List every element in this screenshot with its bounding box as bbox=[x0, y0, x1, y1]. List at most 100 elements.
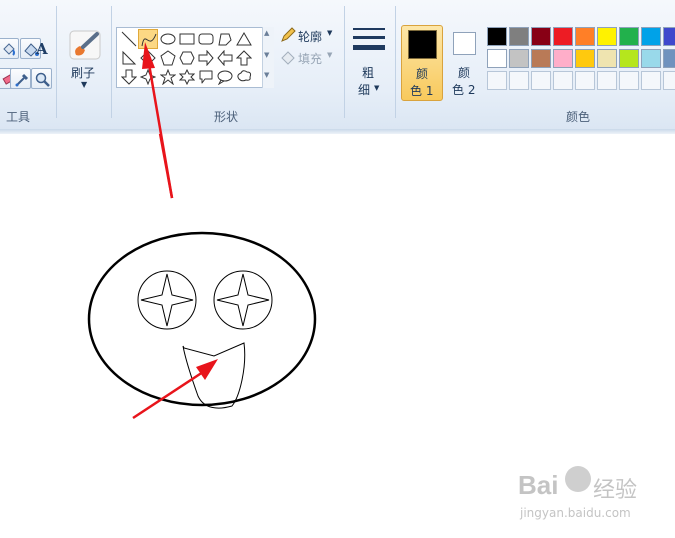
annotation-arrow-up bbox=[158, 134, 174, 199]
palette-swatch[interactable] bbox=[641, 49, 661, 68]
left-arrow-shape-icon[interactable] bbox=[215, 48, 235, 68]
colors-group-label: 颜色 bbox=[566, 110, 591, 124]
watermark-url: jingyan.baidu.com bbox=[520, 506, 631, 520]
gallery-expand-icon[interactable]: ▼ bbox=[264, 71, 269, 79]
hexagon-shape-icon[interactable] bbox=[177, 48, 197, 68]
outline-pencil-icon bbox=[281, 27, 296, 42]
fill-dropdown-icon: ▼ bbox=[327, 51, 333, 59]
color1-swatch bbox=[408, 30, 437, 59]
palette-swatch[interactable] bbox=[531, 49, 551, 68]
triangle-shape-icon[interactable] bbox=[234, 29, 254, 49]
baidu-watermark: Bai 经验 jingyan.baidu.com bbox=[500, 462, 670, 532]
paw-logo-icon bbox=[565, 466, 591, 492]
face-oval bbox=[87, 231, 317, 407]
fill-dropdown[interactable]: 填充 ▼ bbox=[280, 49, 340, 67]
palette-custom-slot[interactable] bbox=[663, 71, 675, 90]
palette-swatch[interactable] bbox=[487, 27, 507, 46]
pentagon-shape-icon[interactable] bbox=[158, 48, 178, 68]
svg-text:A: A bbox=[35, 40, 48, 57]
color1-label-line2: 色 1 bbox=[410, 84, 434, 98]
drawing-canvas[interactable]: Bai 经验 jingyan.baidu.com bbox=[0, 134, 675, 538]
palette-swatch[interactable] bbox=[597, 27, 617, 46]
palette-custom-slot[interactable] bbox=[509, 71, 529, 90]
six-point-star-shape-icon[interactable] bbox=[177, 67, 197, 87]
palette-swatch[interactable] bbox=[509, 49, 529, 68]
palette-swatch[interactable] bbox=[553, 49, 573, 68]
palette-custom-slot[interactable] bbox=[487, 71, 507, 90]
cloud-callout-shape-icon[interactable] bbox=[234, 67, 254, 87]
diamond-shape-icon[interactable] bbox=[138, 48, 158, 68]
shapes-gallery[interactable]: ▲ ▼ ▼ bbox=[116, 27, 274, 88]
group-separator bbox=[344, 6, 345, 118]
outline-label: 轮廓 bbox=[298, 30, 323, 44]
size-label-line2: 细 bbox=[358, 83, 371, 97]
palette-swatch[interactable] bbox=[531, 27, 551, 46]
color1-button[interactable]: 颜 色 1 bbox=[401, 25, 443, 101]
brush-icon bbox=[69, 30, 101, 60]
color-palette bbox=[486, 26, 675, 92]
color2-swatch bbox=[453, 32, 476, 55]
palette-swatch[interactable] bbox=[553, 27, 573, 46]
tools-group-label: 工具 bbox=[6, 110, 31, 124]
text-tool-button[interactable]: A bbox=[31, 38, 52, 59]
palette-swatch[interactable] bbox=[575, 27, 595, 46]
group-separator bbox=[111, 6, 112, 118]
palette-swatch[interactable] bbox=[619, 49, 639, 68]
oval-callout-shape-icon[interactable] bbox=[215, 67, 235, 87]
rounded-callout-shape-icon[interactable] bbox=[196, 67, 216, 87]
brushes-dropdown-icon: ▼ bbox=[81, 80, 88, 89]
shapes-gallery-scrollbar[interactable]: ▲ ▼ ▼ bbox=[262, 27, 274, 88]
size-dropdown-icon: ▼ bbox=[374, 84, 380, 92]
color2-button[interactable]: 颜 色 2 bbox=[446, 25, 484, 101]
palette-swatch[interactable] bbox=[663, 27, 675, 46]
palette-custom-slot[interactable] bbox=[553, 71, 573, 90]
size-line-thin bbox=[353, 28, 385, 30]
right-arrow-shape-icon[interactable] bbox=[196, 48, 216, 68]
watermark-brand2: 经验 bbox=[593, 478, 638, 503]
annotation-arrow-mouth bbox=[132, 359, 218, 420]
fill-bucket-disabled-icon bbox=[281, 51, 295, 65]
palette-swatch[interactable] bbox=[641, 27, 661, 46]
right-triangle-shape-icon[interactable] bbox=[119, 48, 139, 68]
palette-custom-slot[interactable] bbox=[575, 71, 595, 90]
oval-shape-icon[interactable] bbox=[158, 29, 178, 49]
five-point-star-shape-icon[interactable] bbox=[158, 67, 178, 87]
rectangle-shape-icon[interactable] bbox=[177, 29, 197, 49]
mouth-curve bbox=[182, 342, 246, 409]
palette-swatch[interactable] bbox=[575, 49, 595, 68]
scroll-down-icon[interactable]: ▼ bbox=[264, 51, 269, 59]
palette-swatch[interactable] bbox=[597, 49, 617, 68]
polygon-shape-icon[interactable] bbox=[215, 29, 235, 49]
scroll-up-icon[interactable]: ▲ bbox=[264, 29, 269, 37]
brushes-button[interactable]: 刷子 ▼ bbox=[62, 24, 108, 98]
size-label-line1: 粗 bbox=[362, 66, 375, 80]
color-picker-button[interactable] bbox=[10, 68, 31, 89]
palette-swatch[interactable] bbox=[663, 49, 675, 68]
shapes-group-label: 形状 bbox=[214, 110, 239, 124]
up-arrow-shape-icon[interactable] bbox=[234, 48, 254, 68]
palette-swatch[interactable] bbox=[487, 49, 507, 68]
watermark-brand: Bai bbox=[518, 470, 559, 500]
right-eye bbox=[213, 270, 273, 330]
magnifier-button[interactable] bbox=[31, 68, 52, 89]
color2-label-line2: 色 2 bbox=[452, 83, 476, 97]
palette-custom-slot[interactable] bbox=[641, 71, 661, 90]
palette-custom-slot[interactable] bbox=[531, 71, 551, 90]
left-eye bbox=[137, 270, 197, 330]
outline-dropdown[interactable]: 轮廓 ▼ bbox=[280, 27, 340, 45]
palette-custom-slot[interactable] bbox=[619, 71, 639, 90]
rounded-rectangle-shape-icon[interactable] bbox=[196, 29, 216, 49]
fill-label: 填充 bbox=[298, 52, 323, 66]
text-a-icon: A bbox=[35, 40, 48, 57]
down-arrow-shape-icon[interactable] bbox=[119, 67, 139, 87]
magnifier-icon bbox=[35, 72, 50, 87]
line-shape-icon[interactable] bbox=[119, 29, 139, 49]
size-button[interactable]: 粗 细 ▼ bbox=[350, 24, 390, 100]
four-point-star-shape-icon[interactable] bbox=[138, 67, 158, 87]
curve-shape-icon[interactable] bbox=[138, 29, 158, 49]
palette-swatch[interactable] bbox=[509, 27, 529, 46]
palette-custom-slot[interactable] bbox=[597, 71, 617, 90]
brushes-label: 刷子 bbox=[71, 66, 96, 80]
fill-bucket-button[interactable] bbox=[0, 38, 19, 59]
palette-swatch[interactable] bbox=[619, 27, 639, 46]
